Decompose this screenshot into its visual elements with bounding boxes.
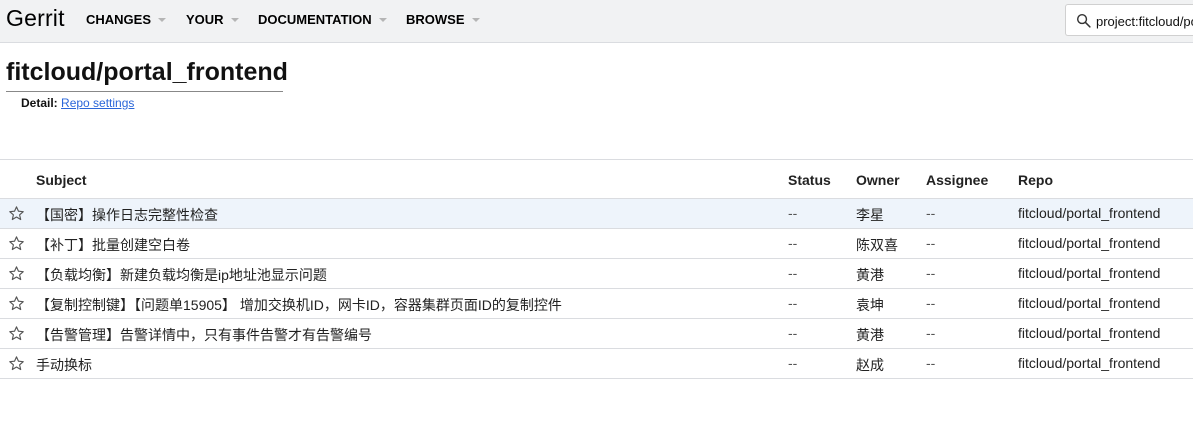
column-header-repo: Repo — [1018, 172, 1053, 188]
table-row[interactable]: 【国密】操作日志完整性检查 -- 李星 -- fitcloud/portal_f… — [0, 199, 1193, 229]
column-header-subject: Subject — [36, 172, 87, 188]
star-icon[interactable] — [8, 205, 25, 222]
change-owner[interactable]: 赵成 — [856, 355, 884, 375]
menu-your[interactable]: YOUR — [186, 12, 239, 27]
table-row[interactable]: 【补丁】批量创建空白卷 -- 陈双喜 -- fitcloud/portal_fr… — [0, 229, 1193, 259]
change-status: -- — [788, 235, 798, 251]
search-box[interactable] — [1065, 4, 1193, 36]
change-status: -- — [788, 325, 798, 341]
table-row[interactable]: 【负载均衡】新建负载均衡是ip地址池显示问题 -- 黄港 -- fitcloud… — [0, 259, 1193, 289]
change-repo[interactable]: fitcloud/portal_frontend — [1018, 355, 1160, 371]
repo-settings-link[interactable]: Repo settings — [61, 96, 134, 110]
change-assignee: -- — [926, 265, 936, 281]
menu-changes[interactable]: CHANGES — [86, 12, 167, 27]
change-owner[interactable]: 陈双喜 — [856, 235, 898, 255]
star-icon[interactable] — [8, 265, 25, 282]
caret-down-icon — [378, 18, 387, 22]
menu-browse-label: BROWSE — [406, 12, 465, 27]
change-status: -- — [788, 205, 798, 221]
menu-documentation-label: DOCUMENTATION — [258, 12, 372, 27]
change-repo[interactable]: fitcloud/portal_frontend — [1018, 295, 1160, 311]
change-owner[interactable]: 黄港 — [856, 265, 884, 285]
change-subject[interactable]: 【复制控制键】【问题单15905】 增加交换机ID，网卡ID，容器集群页面ID的… — [36, 295, 562, 315]
change-repo[interactable]: fitcloud/portal_frontend — [1018, 265, 1160, 281]
title-divider — [6, 91, 283, 92]
page-title: fitcloud/portal_frontend — [6, 58, 288, 86]
change-assignee: -- — [926, 325, 936, 341]
table-row[interactable]: 手动换标 -- 赵成 -- fitcloud/portal_frontend — [0, 349, 1193, 379]
change-assignee: -- — [926, 235, 936, 251]
change-owner[interactable]: 黄港 — [856, 325, 884, 345]
search-input[interactable] — [1096, 11, 1193, 31]
search-icon — [1076, 13, 1091, 28]
change-subject[interactable]: 手动换标 — [36, 355, 92, 375]
change-subject[interactable]: 【告警管理】告警详情中，只有事件告警才有告警编号 — [36, 325, 372, 345]
project-detail: Detail: Repo settings — [21, 96, 134, 110]
change-status: -- — [788, 355, 798, 371]
column-header-status: Status — [788, 172, 831, 188]
star-icon[interactable] — [8, 295, 25, 312]
column-header-owner: Owner — [856, 172, 900, 188]
table-header: Subject Status Owner Assignee Repo — [0, 160, 1193, 199]
top-navigation-bar: Gerrit CHANGES YOUR DOCUMENTATION BROWSE — [0, 0, 1193, 43]
star-icon[interactable] — [8, 235, 25, 252]
column-header-assignee: Assignee — [926, 172, 989, 188]
changes-table: Subject Status Owner Assignee Repo 【国密】操… — [0, 159, 1193, 379]
change-subject[interactable]: 【负载均衡】新建负载均衡是ip地址池显示问题 — [36, 265, 327, 285]
menu-documentation[interactable]: DOCUMENTATION — [258, 12, 387, 27]
menu-changes-label: CHANGES — [86, 12, 152, 27]
table-row[interactable]: 【告警管理】告警详情中，只有事件告警才有告警编号 -- 黄港 -- fitclo… — [0, 319, 1193, 349]
menu-browse[interactable]: BROWSE — [406, 12, 480, 27]
star-icon[interactable] — [8, 325, 25, 342]
caret-down-icon — [230, 18, 239, 22]
change-owner[interactable]: 李星 — [856, 205, 884, 225]
change-assignee: -- — [926, 205, 936, 221]
change-assignee: -- — [926, 295, 936, 311]
menu-your-label: YOUR — [186, 12, 224, 27]
caret-down-icon — [158, 18, 167, 22]
change-assignee: -- — [926, 355, 936, 371]
change-status: -- — [788, 295, 798, 311]
change-repo[interactable]: fitcloud/portal_frontend — [1018, 205, 1160, 221]
change-subject[interactable]: 【国密】操作日志完整性检查 — [36, 205, 218, 225]
change-owner[interactable]: 袁坤 — [856, 295, 884, 315]
change-subject[interactable]: 【补丁】批量创建空白卷 — [36, 235, 190, 255]
change-status: -- — [788, 265, 798, 281]
gerrit-logo[interactable]: Gerrit — [6, 5, 65, 32]
table-row[interactable]: 【复制控制键】【问题单15905】 增加交换机ID，网卡ID，容器集群页面ID的… — [0, 289, 1193, 319]
star-icon[interactable] — [8, 355, 25, 372]
caret-down-icon — [471, 18, 480, 22]
change-repo[interactable]: fitcloud/portal_frontend — [1018, 325, 1160, 341]
detail-label: Detail: — [21, 96, 58, 110]
change-repo[interactable]: fitcloud/portal_frontend — [1018, 235, 1160, 251]
